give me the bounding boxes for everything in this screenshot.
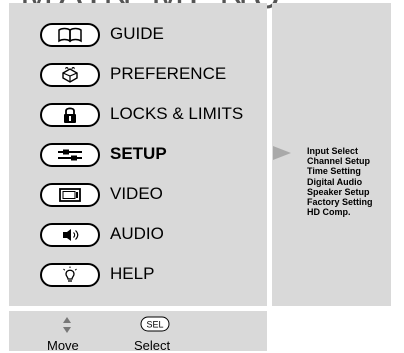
lightbulb-icon [63,266,77,282]
lock-icon [64,107,76,123]
menu-item-audio[interactable]: AUDIO [9,216,267,252]
move-updown-icon [62,316,72,334]
menu-item-locks-limits[interactable]: LOCKS & LIMITS [9,96,267,132]
preference-icon [62,67,78,83]
submenu-item-speaker-setup[interactable]: Speaker Setup [307,187,373,197]
help-button[interactable] [40,263,100,287]
submenu-item-channel-setup[interactable]: Channel Setup [307,156,373,166]
setup-tools-icon [58,149,82,161]
setup-button[interactable] [40,143,100,167]
menu-item-video[interactable]: VIDEO [9,176,267,212]
menu-item-preference[interactable]: PREFERENCE [9,56,267,92]
tv-screen-icon [59,188,81,202]
sel-badge-text: SEL [146,320,163,330]
submenu-item-digital-audio[interactable]: Digital Audio [307,177,373,187]
setup-submenu-list: Input Select Channel Setup Time Setting … [307,146,373,217]
preference-button[interactable] [40,63,100,87]
submenu-arrow-icon [273,146,291,160]
audio-button[interactable] [40,223,100,247]
book-icon [58,27,82,43]
menu-label-help: HELP [110,264,155,283]
menu-label-setup: SETUP [110,144,167,163]
menu-item-guide[interactable]: GUIDE [9,16,267,52]
menu-item-setup[interactable]: SETUP [9,136,267,172]
menu-label-video: VIDEO [110,184,163,203]
menu-label-guide: GUIDE [110,24,164,43]
menu-label-locks-limits: LOCKS & LIMITS [110,104,244,123]
submenu-item-time-setting[interactable]: Time Setting [307,166,373,176]
menu-label-preference: PREFERENCE [110,64,227,83]
menu-item-help[interactable]: HELP [9,256,267,292]
submenu-item-hd-comp[interactable]: HD Comp. [307,207,373,217]
speaker-icon [63,229,79,241]
locks-limits-button[interactable] [40,103,100,127]
sel-button-icon: SEL [140,316,170,332]
submenu-item-factory-setting[interactable]: Factory Setting [307,197,373,207]
submenu-item-input-select[interactable]: Input Select [307,146,373,156]
guide-button[interactable] [40,23,100,47]
video-button[interactable] [40,183,100,207]
menu-label-audio: AUDIO [110,224,164,243]
